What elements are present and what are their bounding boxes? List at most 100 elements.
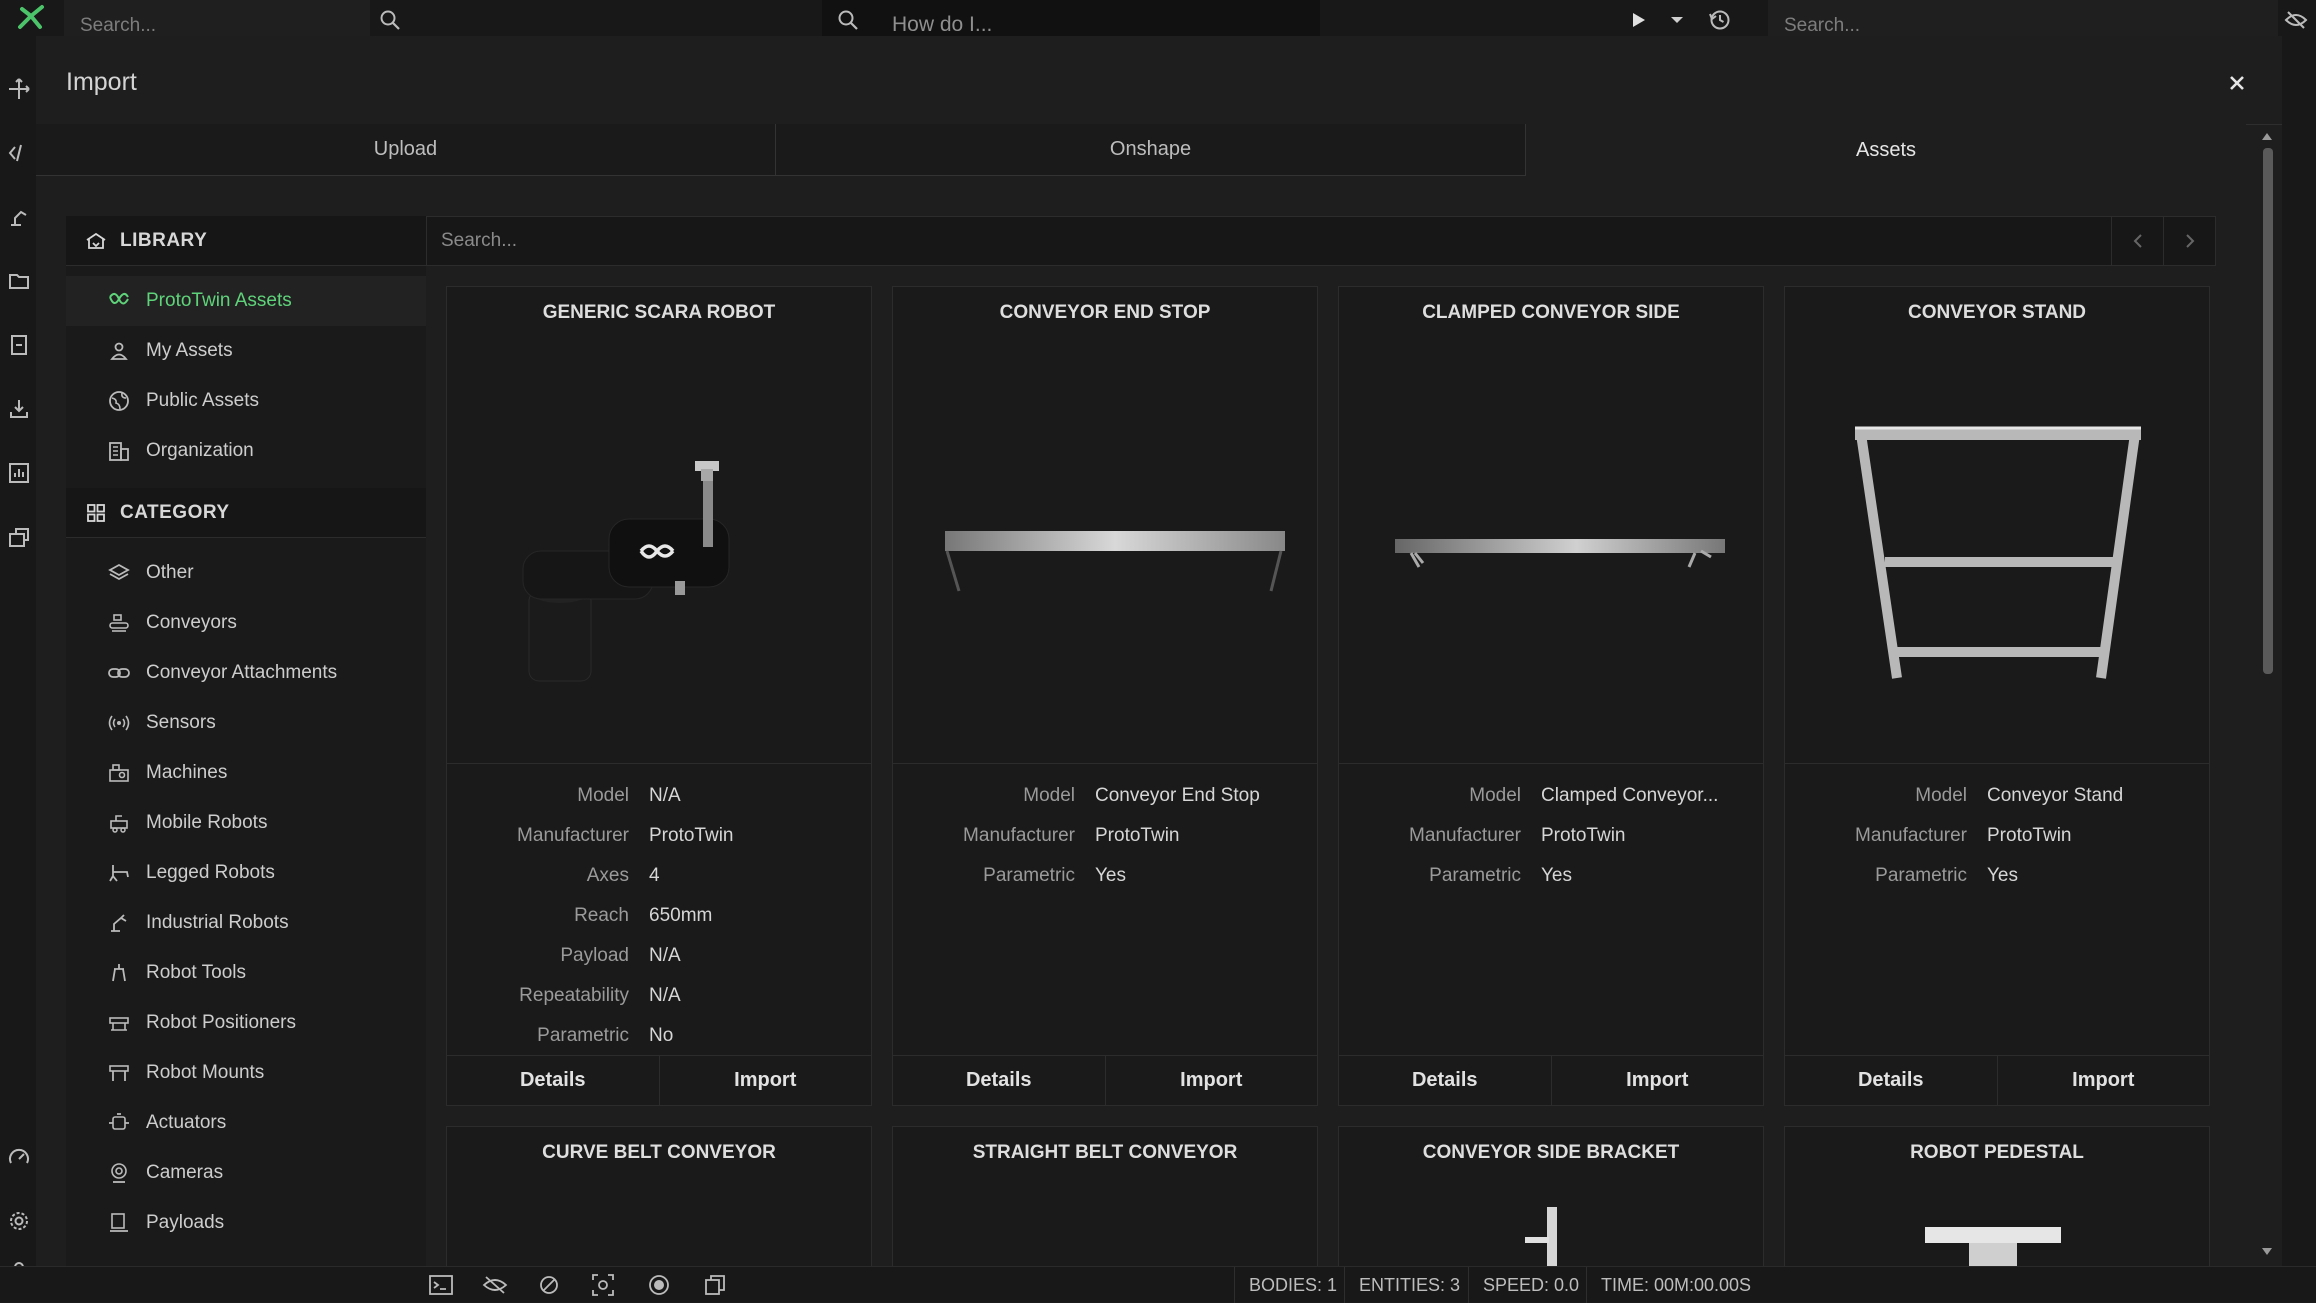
building-icon <box>106 438 132 464</box>
import-button[interactable]: Import <box>1550 1056 1763 1105</box>
sidebar-item-public-assets[interactable]: Public Assets <box>66 376 426 426</box>
copy-icon[interactable] <box>700 1271 730 1299</box>
sidebar-item-robot-tools[interactable]: Robot Tools <box>66 948 426 998</box>
details-button[interactable]: Details <box>893 1056 1105 1105</box>
asset-card-curve-belt-conveyor[interactable]: CURVE BELT CONVEYOR <box>446 1126 872 1266</box>
asset-card-clamped-conveyor-side[interactable]: CLAMPED CONVEYOR SIDE Model Clamped Conve… <box>1338 286 1764 1106</box>
status-bar: BODIES: 1 ENTITIES: 3 SPEED: 0.0 TIME: 0… <box>0 1266 2316 1303</box>
spec-value: Conveyor End Stop <box>1095 785 1260 806</box>
settings-icon[interactable] <box>6 1208 32 1234</box>
sidebar-item-cameras[interactable]: Cameras <box>66 1148 426 1198</box>
sidebar-item-sensors[interactable]: Sensors <box>66 698 426 748</box>
folder-icon[interactable] <box>6 268 32 294</box>
spec-key: Reach <box>574 905 629 926</box>
focus-icon[interactable] <box>588 1271 618 1299</box>
app-logo-icon[interactable] <box>0 0 62 36</box>
code-icon[interactable] <box>6 140 32 166</box>
asset-card-robot-pedestal[interactable]: ROBOT PEDESTAL <box>1784 1126 2210 1267</box>
visibility-off-icon[interactable] <box>2280 4 2312 36</box>
sidebar-item-robot-positioners[interactable]: Robot Positioners <box>66 998 426 1048</box>
asset-specs: Model Clamped Conveyor... Manufacturer Pro… <box>1339 763 1763 896</box>
details-button[interactable]: Details <box>1339 1056 1551 1105</box>
history-icon[interactable] <box>1704 4 1736 36</box>
dialog-title: Import <box>66 68 137 96</box>
search-icon[interactable] <box>374 4 406 36</box>
spec-key: Parametric <box>1429 865 1521 886</box>
sidebar-item-conveyor-attachments[interactable]: Conveyor Attachments <box>66 648 426 698</box>
physics-icon[interactable] <box>534 1271 564 1299</box>
actuator-icon <box>106 1110 132 1136</box>
spec-key: Manufacturer <box>517 825 629 846</box>
play-dropdown-icon[interactable] <box>1662 4 1692 36</box>
left-search-input[interactable]: Search... <box>64 0 370 36</box>
chevron-right-icon[interactable] <box>2163 217 2215 265</box>
sidebar-item-label: Conveyor Attachments <box>146 662 338 683</box>
spec-value: ProtoTwin <box>1541 825 1626 846</box>
export-icon[interactable] <box>6 524 32 550</box>
close-icon[interactable] <box>2220 66 2254 100</box>
scrollbar-thumb[interactable] <box>2263 148 2273 674</box>
chart-icon[interactable] <box>6 460 32 486</box>
spec-key: Manufacturer <box>963 825 1075 846</box>
speedometer-icon[interactable] <box>6 1144 32 1170</box>
hide-icon[interactable] <box>480 1271 510 1299</box>
spec-value: Yes <box>1095 865 1126 886</box>
spec-value: ProtoTwin <box>1095 825 1180 846</box>
spec-value: Clamped Conveyor... <box>1541 785 1719 806</box>
tab-assets[interactable]: Assets <box>1526 124 2246 176</box>
sidebar-item-legged-robots[interactable]: Legged Robots <box>66 848 426 898</box>
conveyor-end-stop-image <box>893 339 1317 763</box>
right-search-input[interactable]: Search... <box>1768 0 2278 36</box>
sidebar-item-industrial-robots[interactable]: Industrial Robots <box>66 898 426 948</box>
details-button[interactable]: Details <box>1785 1056 1997 1105</box>
asset-search-input[interactable] <box>427 217 2127 265</box>
asset-card-conveyor-side-bracket[interactable]: CONVEYOR SIDE BRACKET <box>1338 1126 1764 1267</box>
conveyor-side-bracket-image <box>1525 1207 1557 1267</box>
spec-key: Model <box>1915 785 1967 806</box>
import-button[interactable]: Import <box>658 1056 871 1105</box>
details-button[interactable]: Details <box>447 1056 659 1105</box>
spec-row: Model Clamped Conveyor... <box>1339 776 1763 816</box>
how-do-i-input[interactable]: How do I... <box>822 0 1320 36</box>
spec-row: Parametric No <box>447 1016 871 1056</box>
asset-card-straight-belt-conveyor[interactable]: STRAIGHT BELT CONVEYOR <box>892 1126 1318 1266</box>
sidebar-item-label: Robot Tools <box>146 962 246 983</box>
asset-card-conveyor-end-stop[interactable]: CONVEYOR END STOP Model Conveyor End Stop… <box>892 286 1318 1106</box>
sidebar-item-label: Robot Positioners <box>146 1012 296 1033</box>
chevron-left-icon[interactable] <box>2111 217 2163 265</box>
sidebar-item-label: Conveyors <box>146 612 237 633</box>
sidebar-item-actuators[interactable]: Actuators <box>66 1098 426 1148</box>
sidebar-item-label: Organization <box>146 440 254 461</box>
tab-onshape[interactable]: Onshape <box>776 124 1526 176</box>
asset-card-title: ROBOT PEDESTAL <box>1910 1142 2084 1163</box>
asset-card-conveyor-stand[interactable]: CONVEYOR STAND Model Conveyor Stand Manuf… <box>1784 286 2210 1106</box>
move-icon[interactable] <box>6 76 32 102</box>
sidebar-item-machines[interactable]: Machines <box>66 748 426 798</box>
play-icon[interactable] <box>1622 4 1654 36</box>
sidebar-item-payloads[interactable]: Payloads <box>66 1198 426 1248</box>
import-button[interactable]: Import <box>1104 1056 1317 1105</box>
record-icon[interactable] <box>644 1271 674 1299</box>
spec-row: Model Conveyor Stand <box>1785 776 2209 816</box>
tab-upload[interactable]: Upload <box>36 124 776 176</box>
mount-icon <box>106 1060 132 1086</box>
spec-value: N/A <box>649 985 681 1006</box>
sidebar-item-mobile-robots[interactable]: Mobile Robots <box>66 798 426 848</box>
robot-arm-icon[interactable] <box>6 204 32 230</box>
import-button[interactable]: Import <box>1996 1056 2209 1105</box>
sidebar-item-my-assets[interactable]: My Assets <box>66 326 426 376</box>
conveyor-icon <box>106 610 132 636</box>
right-panel-edge <box>2282 36 2316 1266</box>
sidebar-item-robot-mounts[interactable]: Robot Mounts <box>66 1048 426 1098</box>
import-icon[interactable] <box>6 396 32 422</box>
link-icon <box>106 660 132 686</box>
sidebar-item-conveyors[interactable]: Conveyors <box>66 598 426 648</box>
asset-card-scara-robot[interactable]: GENERIC SCARA ROBOT Model N/A Manufacture… <box>446 286 872 1106</box>
sidebar-item-prototwin-assets[interactable]: ProtoTwin Assets <box>66 276 426 326</box>
document-icon[interactable] <box>6 332 32 358</box>
console-icon[interactable] <box>426 1271 456 1299</box>
category-header: CATEGORY <box>66 488 426 538</box>
sidebar-item-other[interactable]: Other <box>66 548 426 598</box>
asset-card-title: CURVE BELT CONVEYOR <box>542 1142 776 1163</box>
sidebar-item-organization[interactable]: Organization <box>66 426 426 476</box>
